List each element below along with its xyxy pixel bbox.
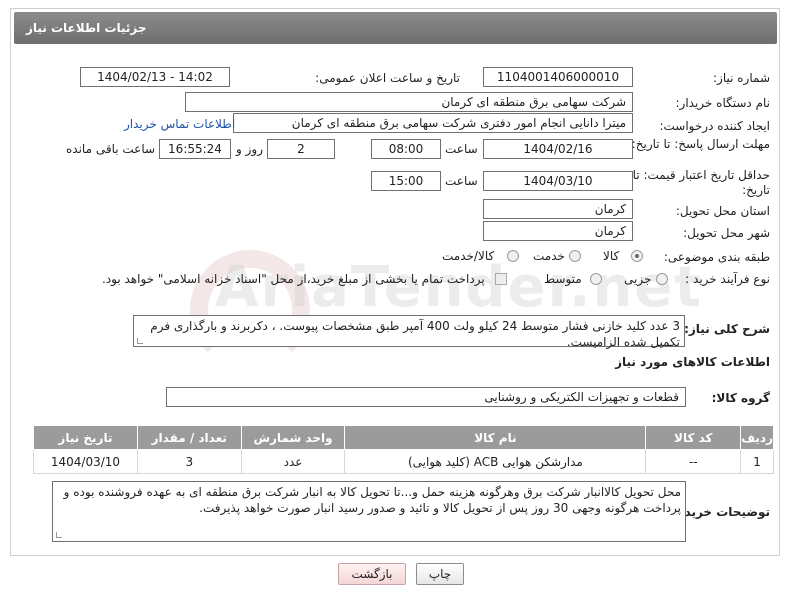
validity-time-field[interactable]: 15:00 [371,171,441,191]
col-code: کد کالا [645,425,742,450]
deadline-time-label: ساعت [445,142,478,156]
col-name: نام کالا [344,425,647,450]
treasury-note: پرداخت تمام یا بخشی از مبلغ خرید،از محل … [102,272,485,286]
province-field[interactable]: کرمان [483,199,633,219]
page-title: جزئیات اطلاعات نیاز [26,21,147,35]
category-option-goods: کالا [603,249,620,263]
col-index: ردیف [740,425,774,450]
goods-group-field[interactable]: قطعات و تجهیزات الکتریکی و روشنایی [166,387,686,407]
process-radio-medium[interactable] [590,273,602,285]
resize-handle-icon[interactable] [137,338,143,344]
province-label: استان محل تحویل: [675,204,770,218]
category-radio-goods[interactable] [631,250,643,262]
cell-name: مدارشکن هوایی ACB (کلید هوایی) [344,449,647,474]
table-row[interactable]: 1 -- مدارشکن هوایی ACB (کلید هوایی) عدد … [33,449,774,474]
cell-index: 1 [740,449,774,474]
description-textarea[interactable]: 3 عدد کلید خازنی فشار متوسط 24 کیلو ولت … [133,315,685,349]
cell-code: -- [645,449,742,474]
days-field[interactable]: 2 [267,139,335,159]
category-label: طبقه بندی موضوعی: [663,250,770,264]
creator-field[interactable]: میترا دانایی انجام امور دفتری شرکت سهامی… [233,113,633,133]
col-date: تاریخ نیاز [33,425,138,450]
print-button[interactable]: چاپ [416,563,464,585]
deadline-date-field[interactable]: 1404/02/16 [483,139,633,159]
goods-section-title: اطلاعات کالاهای مورد نیاز [615,355,770,369]
remaining-label: ساعت باقی مانده [66,142,156,156]
city-label: شهر محل تحویل: [683,226,770,240]
category-option-service: خدمت [533,249,565,263]
validity-time-label: ساعت [445,174,478,188]
buyer-org-field[interactable]: شرکت سهامی برق منطقه ای کرمان [185,92,633,112]
process-option-minor: جزیی [624,272,652,286]
category-option-goods-service: کالا/خدمت [442,249,495,263]
category-radio-goods-service[interactable] [507,250,519,262]
cell-unit: عدد [240,449,346,474]
process-option-medium: متوسط [544,272,582,286]
announce-label: تاریخ و ساعت اعلان عمومی: [315,71,460,85]
resize-handle-icon[interactable] [56,532,62,538]
watermark-text: AriaTender.net [215,255,704,320]
buyer-org-label: نام دستگاه خریدار: [675,96,771,110]
treasury-checkbox[interactable] [495,273,507,285]
need-number-label: شماره نیاز: [713,71,770,85]
process-label: نوع فرآیند خرید : [685,272,770,286]
buyer-notes-textarea[interactable]: محل تحویل کالاانبار شرکت برق وهرگونه هزی… [52,481,686,542]
buyer-contact-link[interactable]: اطلاعات تماس خریدار [124,117,235,131]
validity-date-field[interactable]: 1404/03/10 [483,171,633,191]
category-radio-service[interactable] [569,250,581,262]
page-header: جزئیات اطلاعات نیاز [14,12,777,44]
cell-qty: 3 [136,449,242,474]
back-button[interactable]: بازگشت [338,563,406,585]
goods-table: ردیف کد کالا نام کالا واحد شمارش تعداد /… [33,425,774,474]
deadline-label: مهلت ارسال پاسخ: تا تاریخ: [631,137,770,151]
deadline-time-field[interactable]: 08:00 [371,139,441,159]
validity-label: حداقل تاریخ اعتبار قیمت: تا تاریخ: [632,168,770,197]
creator-label: ایجاد کننده درخواست: [659,119,770,133]
description-label: شرح کلی نیاز: [684,322,770,336]
need-number-field[interactable]: 1104001406000010 [483,67,633,87]
days-label: روز و [236,142,263,156]
announce-field[interactable]: 1404/02/13 - 14:02 [80,67,230,87]
process-radio-minor[interactable] [656,273,668,285]
goods-group-label: گروه کالا: [711,391,770,405]
col-qty: تعداد / مقدار [136,425,242,450]
col-unit: واحد شمارش [240,425,346,450]
cell-date: 1404/03/10 [33,449,138,474]
remaining-time-field[interactable]: 16:55:24 [159,139,231,159]
city-field[interactable]: کرمان [483,221,633,241]
